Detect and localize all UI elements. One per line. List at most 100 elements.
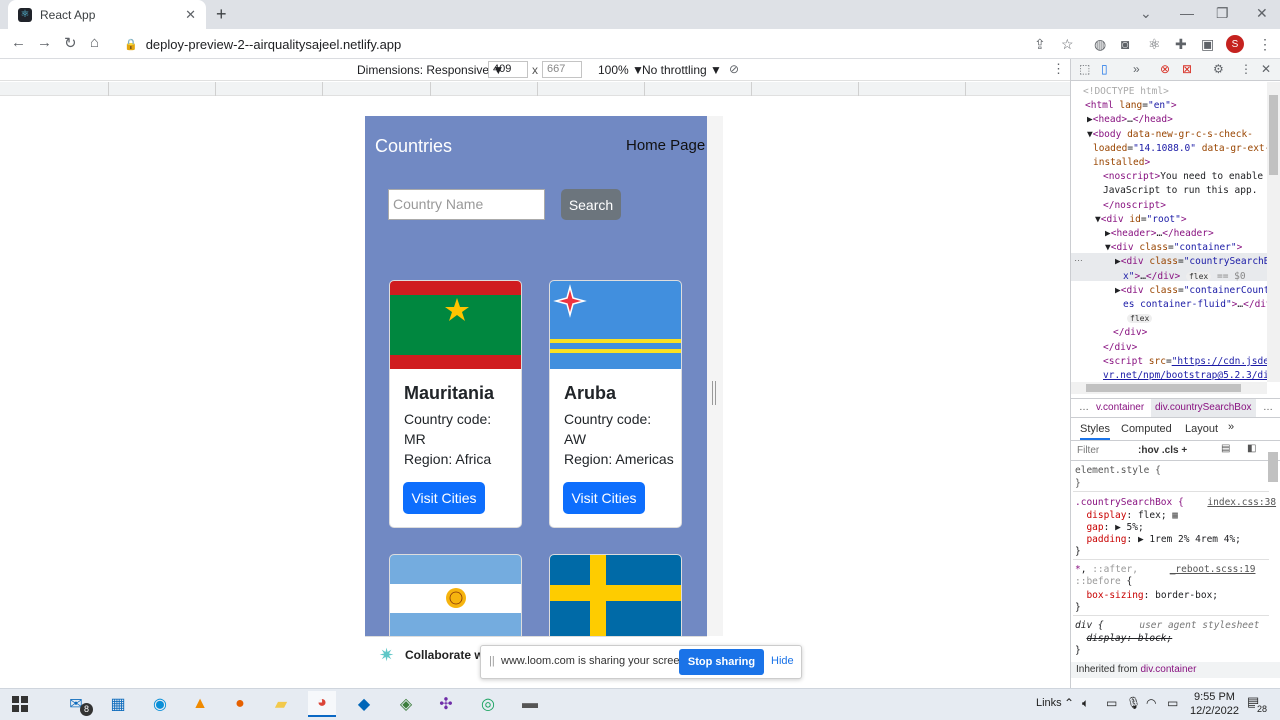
firefox-app-icon[interactable]: ● bbox=[226, 691, 254, 717]
media-query-ruler[interactable] bbox=[0, 82, 1070, 96]
dom-node-row[interactable]: ▶<div class="countrySearchBo bbox=[1115, 256, 1275, 267]
css-rule-line[interactable]: gap: ▶ 5%; bbox=[1075, 522, 1143, 533]
address-bar[interactable]: 🔒 deploy-preview-2--airqualitysajeel.net… bbox=[124, 33, 1024, 55]
file-explorer-icon[interactable]: ▰ bbox=[267, 691, 295, 717]
issues-icon[interactable]: ⊠ bbox=[1182, 62, 1192, 76]
minimize-icon[interactable]: — bbox=[1180, 5, 1194, 21]
drag-grip-icon[interactable]: || bbox=[489, 655, 495, 667]
dom-node-row[interactable]: ▼<div id="root"> bbox=[1095, 214, 1187, 225]
dom-node-row[interactable]: </div> bbox=[1113, 327, 1147, 338]
dom-node-row[interactable]: installed> bbox=[1093, 157, 1150, 168]
edge-app-icon[interactable]: ◉ bbox=[146, 691, 174, 717]
dom-node-row[interactable]: <html lang="en"> bbox=[1085, 100, 1177, 111]
profile-avatar[interactable]: S bbox=[1226, 35, 1244, 53]
bookmark-star-icon[interactable]: ☆ bbox=[1061, 36, 1074, 53]
tab-styles[interactable]: Styles bbox=[1080, 423, 1110, 440]
dom-node-row[interactable]: </div> bbox=[1103, 342, 1137, 353]
extension-react-icon[interactable]: ⚛ bbox=[1148, 36, 1161, 53]
dom-node-row[interactable]: <script src="https://cdn.jsdel bbox=[1103, 356, 1275, 367]
css-rule-line[interactable]: .countrySearchBox { index.css:38 bbox=[1075, 497, 1276, 508]
new-tab-button[interactable]: + bbox=[216, 4, 227, 25]
reload-icon[interactable]: ↻ bbox=[64, 34, 77, 52]
browser-menu-icon[interactable]: ⋮ bbox=[1258, 36, 1272, 53]
vlc-app-icon[interactable]: ▲ bbox=[186, 691, 214, 717]
css-rule-line[interactable]: } bbox=[1075, 478, 1081, 489]
back-icon[interactable]: ← bbox=[11, 34, 26, 51]
dom-node-row[interactable]: JavaScript to run this app. bbox=[1103, 185, 1257, 196]
extensions-puzzle-icon[interactable]: ✚ bbox=[1175, 36, 1187, 53]
errors-icon[interactable]: ⊗ bbox=[1160, 62, 1170, 76]
dom-node-row[interactable]: ▶<div class="containerCountri bbox=[1115, 285, 1280, 296]
taskbar-clock[interactable]: 9:55 PM 12/2/2022 bbox=[1190, 690, 1239, 718]
battery-icon[interactable]: ▭ bbox=[1167, 696, 1178, 710]
css-rule-line[interactable]: box-sizing: border-box; bbox=[1075, 590, 1218, 601]
browser-tab[interactable]: ⚛ React App ✕ bbox=[8, 0, 206, 29]
git-app-icon[interactable]: ◈ bbox=[392, 691, 420, 717]
home-page-link[interactable]: Home Page bbox=[626, 137, 705, 154]
height-input[interactable]: 667 bbox=[542, 61, 582, 78]
country-name-input[interactable]: Country Name bbox=[388, 189, 545, 220]
start-button[interactable] bbox=[6, 691, 34, 717]
dom-node-row[interactable]: ▼<body data-new-gr-c-s-check- bbox=[1087, 129, 1253, 140]
css-rule-line[interactable]: } bbox=[1075, 602, 1081, 613]
microphone-icon[interactable]: 🎙︎ bbox=[1126, 696, 1141, 710]
css-rule-line[interactable]: ::before { bbox=[1075, 576, 1132, 587]
camera-icon[interactable]: ▭ bbox=[1106, 696, 1117, 710]
brand-title[interactable]: Countries bbox=[375, 136, 452, 157]
volume-icon[interactable]: 🔈︎ bbox=[1082, 696, 1089, 711]
toggle-sidebar-icon[interactable]: ◧ bbox=[1247, 443, 1256, 454]
window-close-icon[interactable]: ✕ bbox=[1256, 5, 1268, 22]
elements-scroll-thumb[interactable] bbox=[1269, 95, 1278, 175]
dom-node-row[interactable]: <!DOCTYPE html> bbox=[1083, 86, 1169, 97]
crumb-more[interactable]: … bbox=[1079, 402, 1089, 413]
dom-node-row[interactable]: ▶<header>…</header> bbox=[1105, 228, 1214, 239]
vscode-app-icon[interactable]: ◆ bbox=[350, 691, 378, 717]
search-button[interactable]: Search bbox=[561, 189, 621, 220]
node-more-icon[interactable]: … bbox=[1074, 253, 1083, 263]
tab-search-icon[interactable]: ⌄ bbox=[1140, 5, 1152, 22]
styles-scroll-thumb[interactable] bbox=[1268, 452, 1278, 482]
screen-recorder-icon[interactable]: ▬ bbox=[516, 691, 544, 717]
tray-chevron-icon[interactable]: ⌃ bbox=[1064, 696, 1074, 710]
settings-gear-icon[interactable]: ⚙ bbox=[1213, 62, 1224, 76]
css-rule-line[interactable]: element.style { bbox=[1075, 465, 1161, 476]
wifi-icon[interactable]: ◠ bbox=[1146, 696, 1156, 710]
device-toggle-icon[interactable]: ▯ bbox=[1101, 62, 1108, 76]
resize-handle[interactable] bbox=[712, 381, 716, 405]
crumb-more-right[interactable]: … bbox=[1263, 402, 1273, 413]
dimensions-select[interactable]: Dimensions: Responsive ▼ bbox=[357, 63, 504, 77]
zoom-select[interactable]: 100% ▼ bbox=[598, 63, 644, 77]
css-rule-line[interactable]: display: flex; ▦ bbox=[1075, 510, 1178, 521]
extension-camera-icon[interactable]: ◙ bbox=[1121, 36, 1129, 52]
dom-node-row[interactable]: loaded="14.1088.0" data-gr-ext- bbox=[1093, 143, 1270, 154]
stop-sharing-button[interactable]: Stop sharing bbox=[679, 649, 764, 675]
share-icon[interactable]: ⇪ bbox=[1034, 36, 1046, 53]
css-rule-line[interactable]: div { user agent stylesheet bbox=[1075, 620, 1259, 631]
dom-node-row[interactable]: flex bbox=[1127, 313, 1153, 324]
tabs-overflow-icon[interactable]: » bbox=[1228, 421, 1234, 433]
elements-h-scroll-thumb[interactable] bbox=[1086, 384, 1241, 392]
maximize-icon[interactable]: ❐ bbox=[1216, 5, 1229, 22]
breadcrumb-selected[interactable]: div.countrySearchBox bbox=[1151, 399, 1256, 417]
inherited-from[interactable]: div.container bbox=[1140, 664, 1196, 675]
width-input[interactable]: 409 bbox=[488, 61, 528, 78]
home-icon[interactable]: ⌂ bbox=[90, 34, 99, 51]
device-more-icon[interactable]: ⋮ bbox=[1052, 61, 1065, 77]
more-tabs-icon[interactable]: » bbox=[1133, 62, 1140, 76]
css-rule-line[interactable]: *, ::after, _reboot.scss:19 bbox=[1075, 564, 1255, 575]
devtools-menu-icon[interactable]: ⋮ bbox=[1240, 62, 1252, 76]
dom-node-row[interactable]: </noscript> bbox=[1103, 200, 1166, 211]
css-rule-line[interactable]: padding: ▶ 1rem 2% 4rem 4%; bbox=[1075, 534, 1240, 545]
forward-icon[interactable]: → bbox=[37, 34, 52, 51]
rotate-icon[interactable]: ⊘ bbox=[729, 62, 739, 76]
dom-node-row[interactable]: <noscript>You need to enable bbox=[1103, 171, 1263, 182]
dom-node-row[interactable]: ▼<div class="container"> bbox=[1105, 242, 1242, 253]
close-devtools-icon[interactable]: ✕ bbox=[1261, 62, 1271, 76]
filter-tools[interactable]: :hov .cls + bbox=[1138, 445, 1187, 456]
throttling-select[interactable]: No throttling ▼ bbox=[642, 63, 722, 77]
hide-button[interactable]: Hide bbox=[771, 655, 794, 667]
dom-node-row[interactable]: es container-fluid">…</div> bbox=[1123, 299, 1277, 310]
filter-input[interactable]: Filter bbox=[1077, 445, 1099, 456]
chrome-app-icon[interactable]: ◕ bbox=[308, 691, 336, 717]
visit-cities-button[interactable]: Visit Cities bbox=[563, 482, 645, 514]
